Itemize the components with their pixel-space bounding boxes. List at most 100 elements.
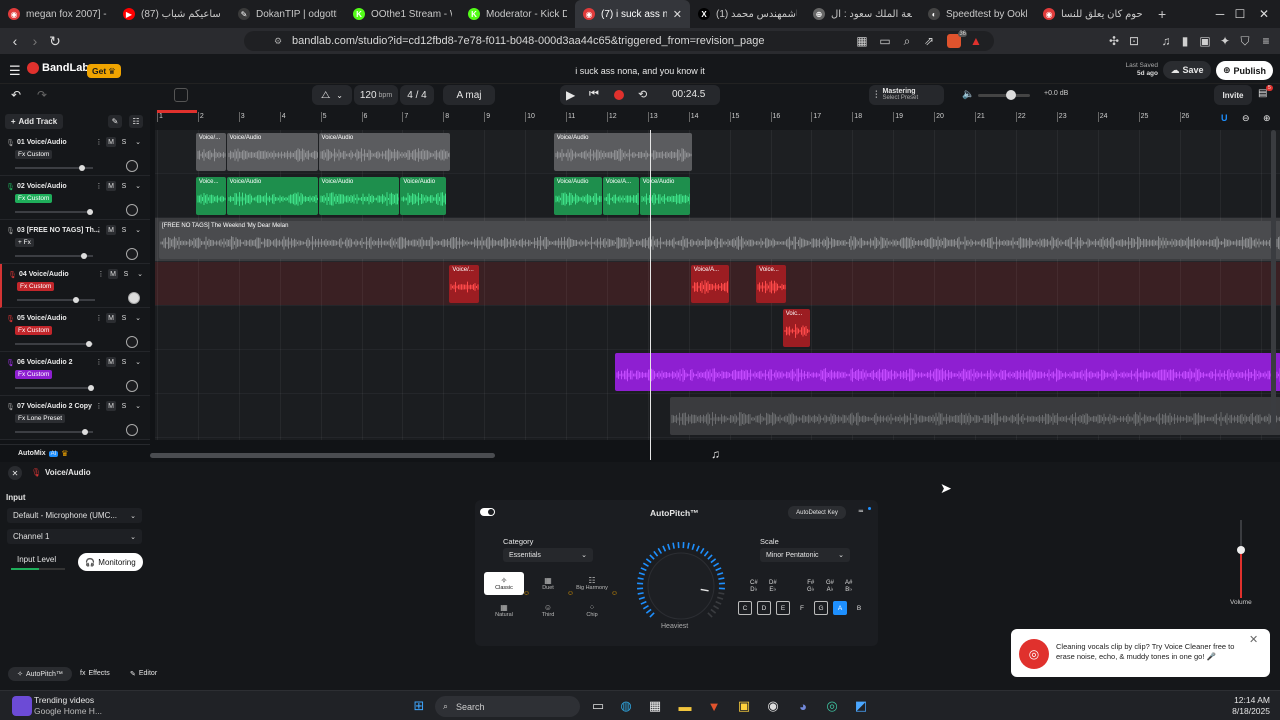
track-volume-knob[interactable] bbox=[86, 209, 93, 215]
audio-clip[interactable]: Voice/... bbox=[195, 133, 226, 171]
close-panel-icon[interactable]: ✕ bbox=[8, 466, 22, 480]
track-volume-slider[interactable] bbox=[15, 165, 93, 171]
task-view-icon[interactable]: ▭ bbox=[587, 695, 609, 717]
zoom-in-icon[interactable]: ⊕ bbox=[1263, 113, 1271, 124]
key-field[interactable]: A maj bbox=[443, 85, 495, 105]
redo-icon[interactable]: ↷ bbox=[37, 88, 47, 102]
track-volume-slider[interactable] bbox=[15, 209, 93, 215]
track-header[interactable]: 🎙 03 [FREE NO TAGS] Th... + Fx ⋮ M S ⌄ bbox=[0, 220, 150, 264]
track-fx-badge[interactable]: Fx Custom bbox=[15, 150, 53, 159]
pen-tool-icon[interactable]: ✎ bbox=[108, 115, 122, 128]
reload-icon[interactable]: ↻ bbox=[44, 30, 66, 52]
tab-editor[interactable]: ✎ Editor bbox=[130, 670, 157, 678]
track-header[interactable]: 🎙 07 Voice/Audio 2 Copy Fx Lone Preset ⋮ M S ⌄ bbox=[0, 396, 150, 440]
track-volume-knob[interactable] bbox=[73, 297, 80, 303]
scale-key[interactable]: E bbox=[776, 601, 790, 615]
brave-shield-icon[interactable]: 36 bbox=[943, 31, 967, 51]
solo-button[interactable]: S bbox=[119, 357, 129, 367]
extensions-icon[interactable]: ✣ bbox=[1104, 31, 1124, 51]
track-fx-badge[interactable]: Fx Custom bbox=[15, 326, 53, 335]
track-pan-knob[interactable] bbox=[126, 160, 138, 172]
input-device-select[interactable]: Default - Microphone (UMC... ⌄ bbox=[7, 508, 142, 523]
microphone-icon[interactable]: 🎙 bbox=[6, 403, 15, 411]
track-settings-icon[interactable]: ☷ bbox=[129, 115, 143, 128]
record-icon[interactable] bbox=[614, 90, 624, 100]
preset-natural[interactable]: ▦ Natural bbox=[484, 599, 524, 622]
microphone-icon[interactable]: 🎙 bbox=[8, 271, 17, 279]
menu-icon[interactable]: ≡ bbox=[1256, 31, 1276, 51]
tab-close-icon[interactable]: ✕ bbox=[673, 8, 682, 21]
audio-clip[interactable]: Voice... bbox=[195, 177, 226, 215]
voice-cleaner-toast[interactable]: ◎ Cleaning vocals clip by clip? Try Voic… bbox=[1011, 629, 1270, 677]
track-fx-badge[interactable]: + Fx bbox=[15, 238, 34, 247]
loop-region[interactable] bbox=[157, 110, 197, 113]
sharp-key[interactable]: A# B♭ bbox=[845, 580, 852, 594]
track-pan-knob[interactable] bbox=[128, 292, 140, 304]
track-pan-knob[interactable] bbox=[126, 204, 138, 216]
windows-start-icon[interactable]: ⊞ bbox=[408, 695, 430, 717]
solo-button[interactable]: S bbox=[119, 137, 129, 147]
mute-button[interactable]: M bbox=[108, 269, 118, 279]
pitch-knob[interactable] bbox=[635, 540, 727, 632]
sticky-notes-icon[interactable]: ▣ bbox=[733, 695, 755, 717]
volume-fader-knob[interactable] bbox=[1237, 546, 1245, 554]
brave-taskbar-icon[interactable]: ▼ bbox=[703, 695, 725, 717]
taskbar-search[interactable]: ⌕ Search bbox=[435, 696, 580, 717]
scale-key[interactable]: B bbox=[852, 601, 866, 615]
invite-button[interactable]: Invite bbox=[1214, 85, 1252, 105]
timeline-ruler[interactable]: 1 2 3 4 5 6 7 8 9 10 11 12 13 14 15 16 17 18 19 20 21 22 23 24 2… bbox=[155, 110, 1280, 130]
track-menu-icon[interactable]: ⋮ bbox=[96, 269, 106, 279]
browser-tab[interactable]: ◉ megan fox 2007] - Bra bbox=[0, 0, 115, 28]
browser-tab[interactable]: ✎ DokanTIP | odgotthato bbox=[230, 0, 345, 28]
cast-icon[interactable]: ▭ bbox=[875, 31, 895, 51]
mastering-button[interactable]: ⫶ Mastering Select Preset bbox=[869, 85, 944, 105]
scale-key[interactable]: A bbox=[833, 601, 847, 615]
audio-clip[interactable]: [FREE NO TAGS] The Weeknd 'My Dear Melan bbox=[159, 221, 1280, 259]
hamburger-icon[interactable]: ☰ bbox=[9, 63, 21, 79]
metronome-button[interactable]: ⧍ ⌄ bbox=[312, 85, 352, 105]
audio-clip[interactable]: Voice/A... bbox=[602, 177, 639, 215]
track-volume-slider[interactable] bbox=[15, 253, 93, 259]
microphone-icon[interactable]: 🎙 bbox=[6, 315, 15, 323]
track-volume-knob[interactable] bbox=[82, 429, 89, 435]
tab-effects[interactable]: fx Effects bbox=[80, 670, 110, 677]
browser-tab[interactable]: ⊕ جامعة الملك سعود : ال bbox=[805, 0, 920, 28]
browser-tab[interactable]: ◉ (7) i suck ass n ✕ bbox=[575, 0, 690, 28]
track-volume-slider[interactable] bbox=[15, 341, 93, 347]
track-volume-knob[interactable] bbox=[86, 341, 93, 347]
master-volume-knob[interactable] bbox=[1006, 90, 1016, 100]
solo-button[interactable]: S bbox=[119, 313, 129, 323]
track-header[interactable]: 🎙 02 Voice/Audio Fx Custom ⋮ M S ⌄ bbox=[0, 176, 150, 220]
audio-clip[interactable]: Voice/Audio bbox=[226, 177, 318, 215]
publish-button[interactable]: ⊕ Publish bbox=[1216, 61, 1273, 80]
toast-close-icon[interactable]: ✕ bbox=[1249, 633, 1258, 646]
solo-button[interactable]: S bbox=[119, 181, 129, 191]
project-title[interactable]: i suck ass nona, and you know it bbox=[440, 66, 840, 76]
scale-key[interactable]: F bbox=[795, 601, 809, 615]
browser-tab[interactable]: K OOthe1 Stream - Watc bbox=[345, 0, 460, 28]
audio-clip[interactable]: Voice/Audio bbox=[639, 177, 690, 215]
steam-icon[interactable]: ◉ bbox=[762, 695, 784, 717]
add-track-button[interactable]: + Add Track bbox=[5, 114, 63, 129]
audio-clip[interactable]: Voice/Audio bbox=[553, 177, 602, 215]
store-icon[interactable]: ▦ bbox=[644, 695, 666, 717]
track-volume-knob[interactable] bbox=[88, 385, 95, 391]
scale-select[interactable]: Minor Pentatonic ⌄ bbox=[760, 548, 850, 562]
automix-row[interactable]: AutoMix AI ♛ bbox=[0, 444, 150, 462]
scale-key[interactable]: C bbox=[738, 601, 752, 615]
reader-icon[interactable]: ▦ bbox=[852, 31, 872, 51]
browser-tab[interactable]: X (1) باشمهندس محمد X bbox=[690, 0, 805, 28]
audio-clip[interactable]: Voice/Audio bbox=[400, 177, 447, 215]
audio-clip[interactable]: Voic... bbox=[782, 309, 811, 347]
scale-key[interactable]: D bbox=[757, 601, 771, 615]
audio-clip[interactable]: Voice/... bbox=[449, 265, 480, 303]
preset-third[interactable]: ☺ Third bbox=[528, 599, 568, 622]
tab-autopitch[interactable]: ✧ AutoPitch™ bbox=[8, 667, 72, 681]
track-pan-knob[interactable] bbox=[126, 424, 138, 436]
microphone-icon[interactable]: 🎙 bbox=[6, 359, 15, 367]
sharp-key[interactable]: C# D♭ bbox=[750, 580, 758, 594]
media-icon[interactable]: ♫ bbox=[1156, 31, 1176, 51]
play-icon[interactable]: ▶ bbox=[566, 88, 575, 102]
audio-clip[interactable] bbox=[615, 353, 1280, 391]
clock[interactable]: 12:14 AM 8/18/2025 bbox=[1222, 695, 1270, 717]
